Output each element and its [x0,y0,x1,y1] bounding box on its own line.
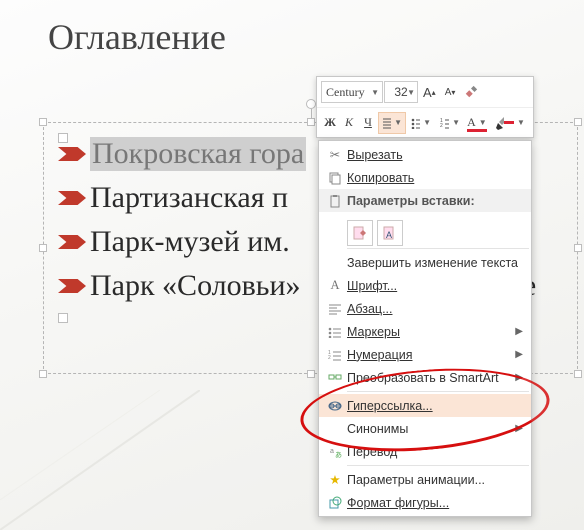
bullets-icon [411,117,420,129]
format-painter-button[interactable] [460,81,482,103]
grow-font-button[interactable]: A▴ [419,81,440,103]
svg-text:2: 2 [328,355,331,361]
underline-button[interactable]: Ч [359,112,377,134]
menu-hyperlink[interactable]: Гиперссылка... [319,394,531,417]
font-icon: A [323,278,347,293]
numbering-icon: 12 [440,117,449,129]
bullet-arrow-icon [58,147,86,161]
chevron-down-icon: ▼ [407,88,415,97]
mini-toolbar: Century▼ 32▼ A▴ A▾ Ж К Ч ▼ ▼ 12 ▼ A▼ [316,76,534,138]
align-button[interactable]: ▼ [378,112,406,134]
bullet-text: Партизанская п [90,181,288,215]
menu-paste-options [319,212,531,250]
font-size-combo[interactable]: 32▼ [384,81,418,103]
format-shape-icon [323,496,347,510]
chevron-down-icon: ▼ [479,118,487,127]
menu-translate[interactable]: aあ Перевод [319,440,531,463]
submenu-arrow-icon: ▶ [515,423,523,434]
menu-convert-smartart[interactable]: Преобразовать в SmartArt ▶ [319,366,531,389]
resize-handle[interactable] [39,244,47,252]
italic-button[interactable]: К [340,112,358,134]
chevron-down-icon: ▼ [452,118,460,127]
resize-handle[interactable] [39,370,47,378]
menu-exit-edit-text[interactable]: Завершить изменение текста [319,251,531,274]
chevron-down-icon: ▼ [517,118,525,127]
translate-icon: aあ [323,445,347,459]
bullet-arrow-icon [58,235,86,249]
context-menu: ✂ Вырезать Копировать Параметры вставки:… [318,140,532,517]
animation-icon: ★ [323,472,347,487]
svg-text:2: 2 [440,123,443,129]
font-color-button[interactable]: A▼ [465,112,489,134]
menu-animation-options[interactable]: ★ Параметры анимации... [319,468,531,491]
bullet-arrow-icon [58,279,86,293]
smartart-icon [323,372,347,384]
bullet-text: Парк «Соловьи» [90,269,301,303]
resize-handle[interactable] [574,118,582,126]
menu-separator [347,391,529,392]
menu-numbering[interactable]: 12 Нумерация ▶ [319,343,531,366]
clipboard-icon [323,194,347,208]
copy-icon [323,171,347,185]
resize-handle[interactable] [307,118,315,126]
hyperlink-icon [323,399,347,413]
chevron-down-icon: ▼ [394,118,402,127]
menu-cut[interactable]: ✂ Вырезать [319,143,531,166]
submenu-arrow-icon: ▶ [515,349,523,360]
scissors-icon: ✂ [323,147,347,162]
submenu-arrow-icon: ▶ [515,326,523,337]
menu-synonyms[interactable]: Синонимы ▶ [319,417,531,440]
bullets-button[interactable]: ▼ [407,112,435,134]
chevron-down-icon: ▼ [423,118,431,127]
bullet-text: Парк-музей им. [90,225,290,259]
background-decoration [0,390,200,530]
svg-text:あ: あ [335,451,342,459]
resize-handle[interactable] [574,244,582,252]
resize-handle[interactable] [39,118,47,126]
submenu-arrow-icon: ▶ [515,372,523,383]
shape-outline-button[interactable]: ▼ [490,112,529,134]
pen-icon [494,116,504,130]
paragraph-icon [323,303,347,315]
bullets-icon [323,326,347,338]
font-name-combo[interactable]: Century▼ [321,81,383,103]
numbering-button[interactable]: 12 ▼ [436,112,464,134]
svg-text:a: a [330,448,334,455]
menu-separator [347,465,529,466]
shrink-font-button[interactable]: A▾ [441,81,460,103]
menu-paste-options-header: Параметры вставки: [319,189,531,212]
chevron-down-icon: ▼ [371,88,379,97]
paintbrush-icon [464,85,478,99]
menu-format-shape[interactable]: Формат фигуры... [319,491,531,514]
numbering-icon: 12 [323,349,347,361]
menu-font[interactable]: A Шрифт... [319,274,531,297]
bullet-arrow-icon [58,191,86,205]
bold-button[interactable]: Ж [321,112,339,134]
rotate-handle[interactable] [306,99,316,109]
menu-copy[interactable]: Копировать [319,166,531,189]
bullet-text: Покровская гора [90,137,306,171]
slide-title: Оглавление [48,16,226,58]
menu-paragraph[interactable]: Абзац... [319,297,531,320]
resize-handle[interactable] [307,370,315,378]
resize-handle[interactable] [574,370,582,378]
align-left-icon [382,117,391,129]
menu-bullets[interactable]: Маркеры ▶ [319,320,531,343]
